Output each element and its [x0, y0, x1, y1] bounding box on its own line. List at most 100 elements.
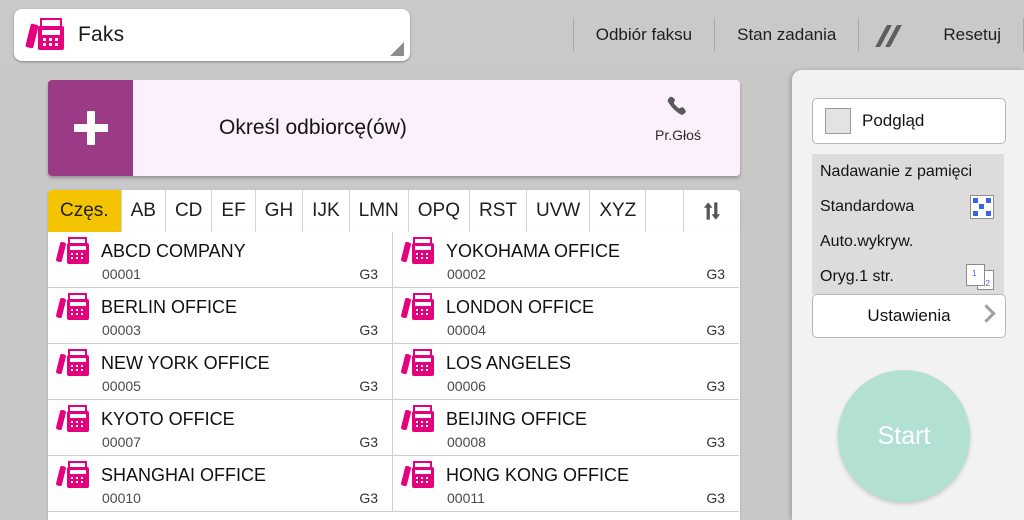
on-hook-dial-label: Pr.Głoś — [655, 127, 701, 143]
contact-row[interactable]: LONDON OFFICE 00004 G3 — [393, 288, 739, 344]
contact-name: YOKOHAMA OFFICE — [446, 240, 621, 261]
phone-handset-icon — [667, 96, 686, 115]
tab-ef[interactable]: EF — [212, 190, 256, 232]
resolution-icon — [970, 194, 994, 219]
preview-label: Podgląd — [862, 111, 925, 130]
contact-row[interactable]: NEW YORK OFFICE 00005 G3 — [48, 344, 393, 400]
contact-id: 00005 — [102, 378, 141, 394]
recipient-placeholder: Określ odbiorcę(ów) — [219, 116, 407, 139]
tab-spacer — [646, 190, 684, 232]
fax-icon — [25, 18, 68, 52]
fax-icon — [400, 405, 437, 433]
original-sides-icon: 1 2 — [966, 263, 994, 290]
setting-row-original-sides[interactable]: Oryg.1 str. 1 2 — [812, 259, 1004, 294]
page-number-front: 1 — [972, 268, 977, 278]
tab-ab[interactable]: AB — [122, 190, 166, 232]
sort-swap-button[interactable] — [684, 190, 740, 232]
app-selector-chip[interactable]: Faks — [14, 9, 410, 61]
on-hook-dial-button[interactable]: Pr.Głoś — [642, 94, 714, 143]
contact-name: SHANGHAI OFFICE — [101, 464, 267, 485]
contact-id: 00010 — [102, 490, 141, 506]
plus-icon — [73, 111, 108, 145]
start-button[interactable]: Start — [838, 370, 970, 502]
contact-id: 00001 — [102, 266, 141, 282]
tab-opq[interactable]: OPQ — [409, 190, 470, 232]
fax-screen: Faks Odbiór faksu Stan zadania Resetuj O… — [0, 0, 1024, 520]
fax-reception-button[interactable]: Odbiór faksu — [574, 16, 714, 54]
fax-icon — [55, 293, 92, 321]
tab-lmn[interactable]: LMN — [350, 190, 409, 232]
contact-row[interactable]: ABCD COMPANY 00001 G3 — [48, 232, 393, 288]
job-status-button[interactable]: Stan zadania — [715, 16, 858, 54]
fax-icon — [400, 293, 437, 321]
setting-row-resolution[interactable]: Standardowa — [812, 189, 1004, 224]
specify-recipient-bar[interactable]: Określ odbiorcę(ów) Pr.Głoś — [48, 80, 740, 176]
settings-summary: Nadawanie z pamięci Standardowa Auto.wyk… — [812, 154, 1004, 294]
contact-name: ABCD COMPANY — [101, 240, 246, 261]
contact-name: LOS ANGELES — [446, 352, 572, 373]
tab-ijk[interactable]: IJK — [303, 190, 350, 232]
sort-swap-icon — [703, 202, 721, 220]
preview-toggle[interactable]: Podgląd — [812, 98, 1006, 144]
contact-row[interactable]: BEIJING OFFICE 00008 G3 — [393, 400, 739, 456]
header-actions: Odbiór faksu Stan zadania Resetuj — [572, 0, 1024, 70]
contact-type: G3 — [706, 322, 725, 338]
contact-row[interactable]: KYOTO OFFICE 00007 G3 — [48, 400, 393, 456]
tab-gh[interactable]: GH — [256, 190, 304, 232]
contact-type: G3 — [359, 266, 378, 282]
reset-button[interactable]: Resetuj — [921, 16, 1023, 54]
contact-name: KYOTO OFFICE — [101, 408, 235, 429]
right-panel: Podgląd Nadawanie z pamięci Standardowa … — [792, 70, 1024, 520]
add-recipient-button[interactable] — [48, 80, 133, 176]
contact-id: 00003 — [102, 322, 141, 338]
fax-icon — [55, 349, 92, 377]
tab-rst[interactable]: RST — [470, 190, 527, 232]
contact-type: G3 — [706, 266, 725, 282]
setting-row-scan-size[interactable]: Auto.wykryw. — [812, 224, 1004, 259]
contact-id: 00002 — [447, 266, 486, 282]
setting-row-transmission[interactable]: Nadawanie z pamięci — [812, 154, 1004, 189]
contact-id: 00006 — [447, 378, 486, 394]
contact-row[interactable]: HONG KONG OFFICE 00011 G3 — [393, 456, 739, 512]
fax-icon — [400, 237, 437, 265]
tab-cd[interactable]: CD — [166, 190, 213, 232]
contact-type: G3 — [706, 490, 725, 506]
setting-label: Auto.wykryw. — [820, 232, 914, 250]
fax-icon — [55, 237, 92, 265]
tab-xyz[interactable]: XYZ — [590, 190, 647, 232]
contact-name: BERLIN OFFICE — [101, 296, 238, 317]
contact-type: G3 — [359, 434, 378, 450]
contact-type: G3 — [359, 322, 378, 338]
chevron-right-icon — [977, 304, 996, 323]
contact-row[interactable]: BERLIN OFFICE 00003 G3 — [48, 288, 393, 344]
setting-label: Oryg.1 str. — [820, 267, 894, 285]
contact-row[interactable]: YOKOHAMA OFFICE 00002 G3 — [393, 232, 739, 288]
contact-id: 00008 — [447, 434, 486, 450]
settings-label: Ustawienia — [867, 306, 951, 325]
alphabet-tab-bar: Częs. AB CD EF GH IJK LMN OPQ RST UVW XY… — [48, 190, 740, 232]
divider — [858, 18, 860, 52]
contact-name: HONG KONG OFFICE — [446, 464, 630, 485]
header-bar: Faks Odbiór faksu Stan zadania Resetuj — [0, 0, 1024, 70]
recipient-field[interactable]: Określ odbiorcę(ów) Pr.Głoś — [133, 80, 740, 176]
contact-list[interactable]: ABCD COMPANY 00001 G3 YOKOHAMA OFFICE 00002 G… — [48, 232, 740, 520]
contact-id: 00007 — [102, 434, 141, 450]
app-title: Faks — [78, 23, 125, 46]
fax-icon — [400, 461, 437, 489]
page-number-back: 2 — [985, 278, 990, 288]
start-label: Start — [877, 421, 931, 450]
tab-uvw[interactable]: UVW — [527, 190, 591, 232]
fax-icon — [55, 461, 92, 489]
contact-id: 00004 — [447, 322, 486, 338]
fax-icon — [400, 349, 437, 377]
double-slash-icon[interactable] — [873, 23, 907, 47]
expand-corner-icon[interactable] — [390, 42, 404, 56]
contact-type: G3 — [706, 378, 725, 394]
settings-button[interactable]: Ustawienia — [812, 294, 1006, 338]
contact-id: 00011 — [447, 490, 485, 506]
contact-row[interactable]: LOS ANGELES 00006 G3 — [393, 344, 739, 400]
tab-czes[interactable]: Częs. — [48, 190, 122, 232]
preview-checkbox[interactable] — [825, 108, 851, 134]
setting-label: Nadawanie z pamięci — [820, 162, 973, 180]
contact-row[interactable]: SHANGHAI OFFICE 00010 G3 — [48, 456, 393, 512]
